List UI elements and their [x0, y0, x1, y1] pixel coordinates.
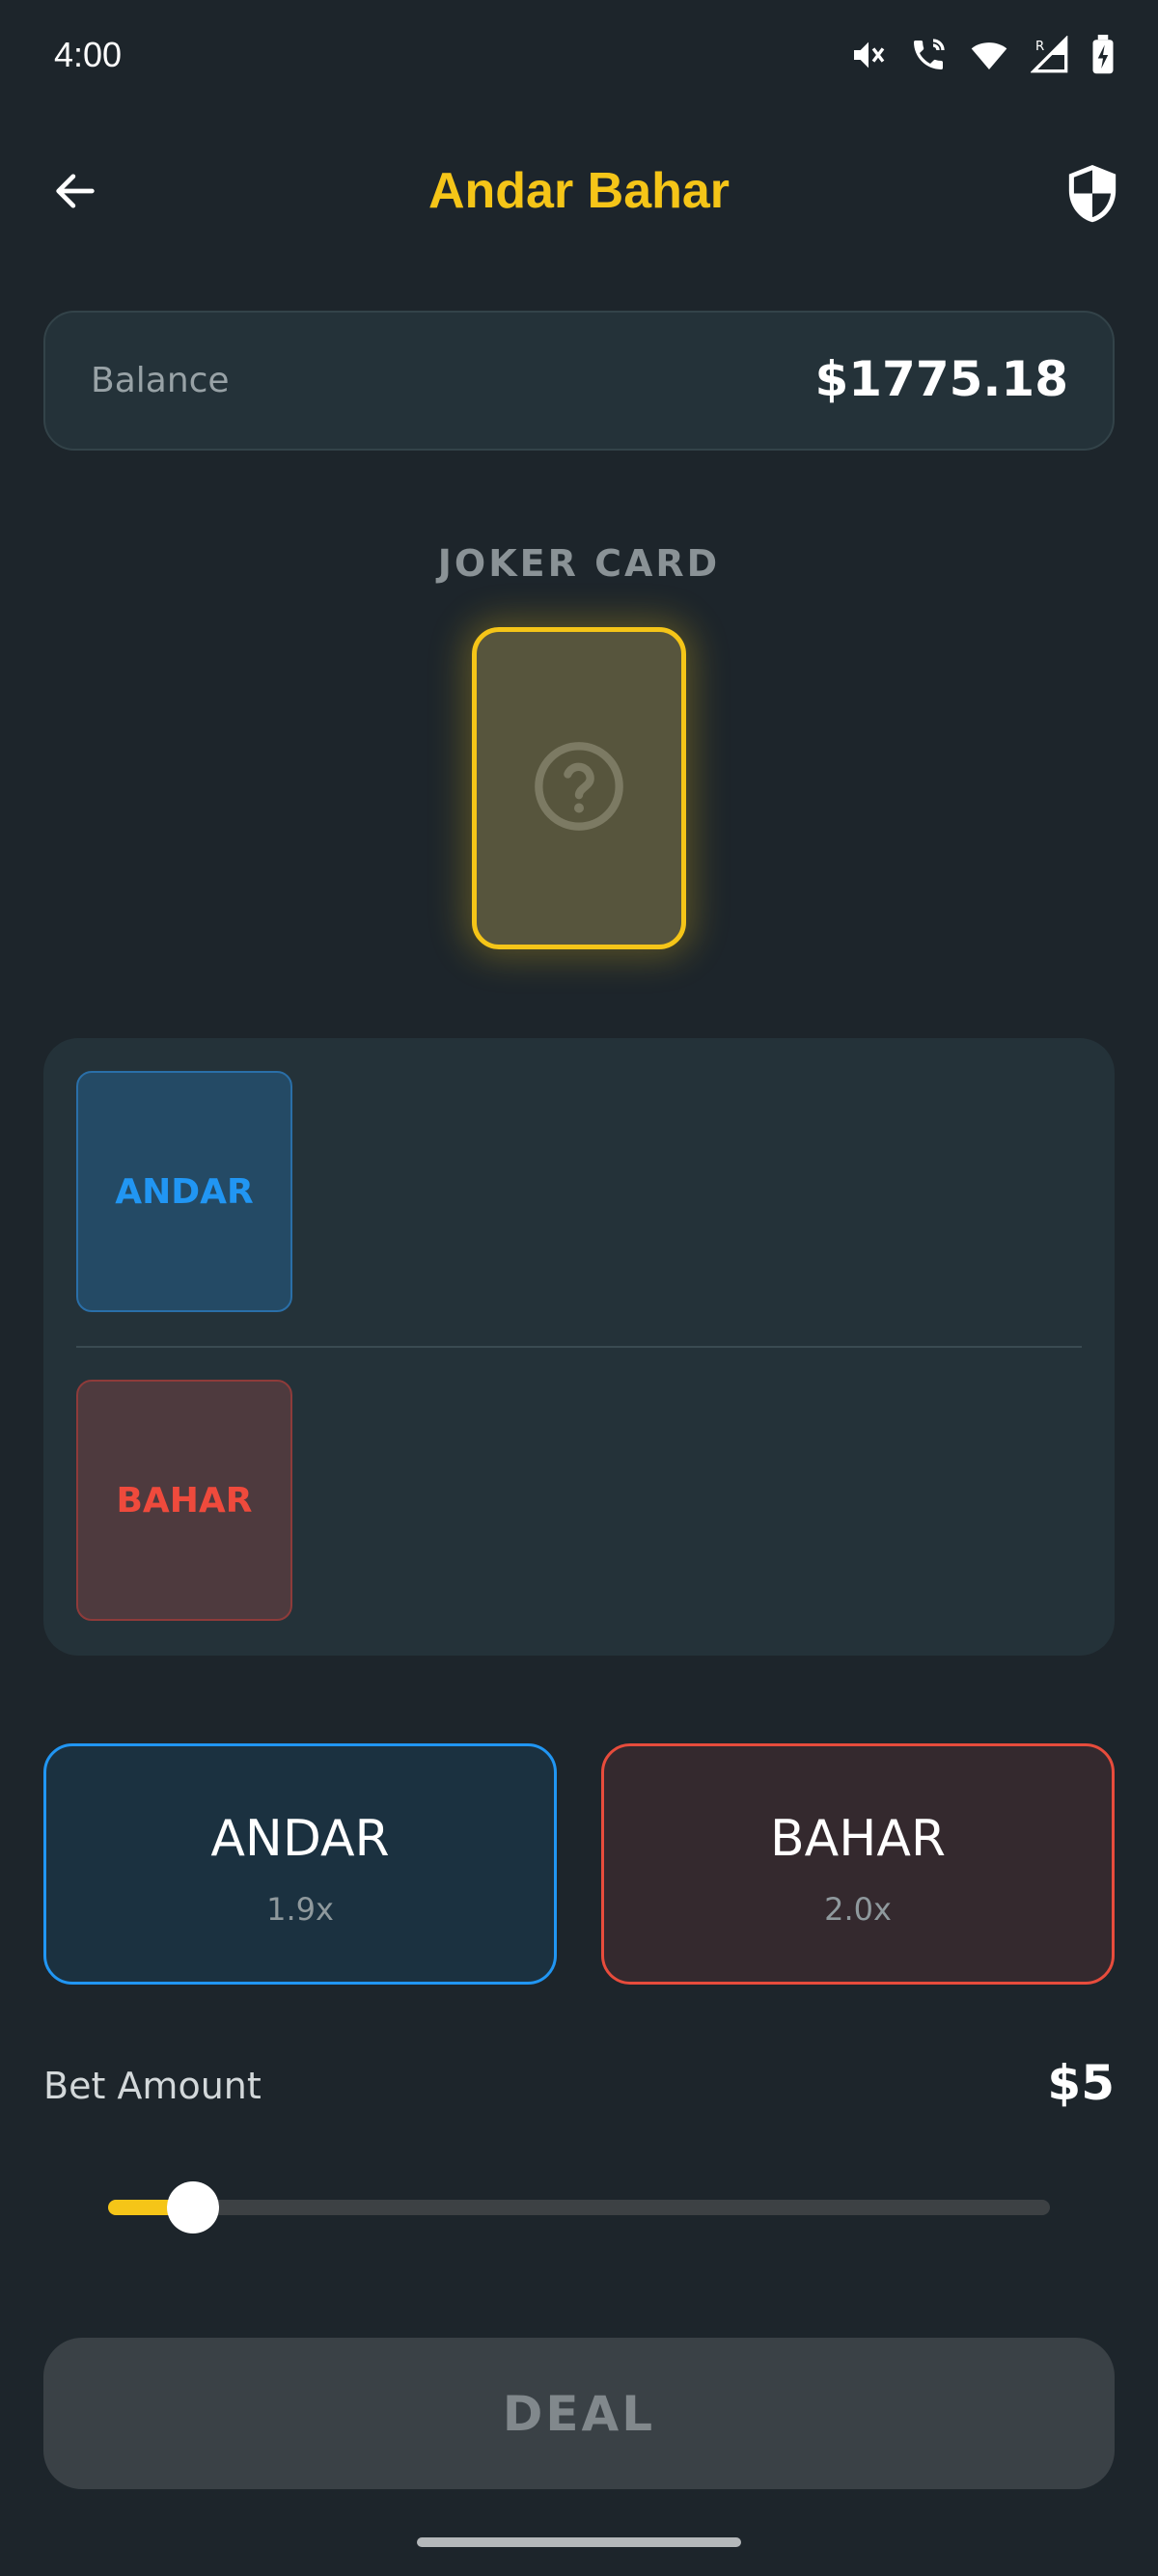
status-time: 4:00: [54, 35, 123, 74]
board-divider: [76, 1346, 1082, 1348]
bahar-bet-button[interactable]: BAHAR 2.0x: [601, 1743, 1115, 1985]
andar-bet-button[interactable]: ANDAR 1.9x: [43, 1743, 557, 1985]
status-bar: 4:00 R: [0, 0, 1158, 116]
bahar-bet-label: BAHAR: [769, 1810, 947, 1868]
app-bar: Andar Bahar: [0, 135, 1158, 251]
home-indicator[interactable]: [417, 2537, 741, 2547]
signal-icon: R: [1031, 36, 1069, 74]
slider-thumb[interactable]: [167, 2181, 219, 2233]
deal-button[interactable]: DEAL: [43, 2338, 1115, 2489]
bet-amount-label: Bet Amount: [43, 2065, 262, 2107]
andar-multiplier: 1.9x: [266, 1891, 334, 1928]
joker-card: [472, 627, 686, 949]
bet-amount-slider[interactable]: [108, 2181, 1050, 2233]
bahar-lane-card: BAHAR: [76, 1380, 292, 1621]
battery-charging-icon: [1090, 35, 1116, 75]
shield-icon: [1064, 162, 1120, 228]
svg-text:R: R: [1035, 40, 1044, 54]
balance-label: Balance: [91, 361, 230, 400]
status-icons: R: [849, 35, 1116, 75]
shield-button[interactable]: [1056, 158, 1129, 232]
slider-track: [108, 2200, 1050, 2215]
bet-amount-value: $5: [1047, 2055, 1115, 2111]
balance-value: $1775.18: [814, 351, 1068, 407]
wifi-call-icon: [909, 36, 948, 74]
question-circle-icon: [531, 738, 627, 838]
andar-lane-card: ANDAR: [76, 1071, 292, 1312]
andar-bet-label: ANDAR: [210, 1810, 390, 1868]
page-title: Andar Bahar: [427, 163, 731, 219]
joker-card-label: JOKER CARD: [437, 542, 721, 585]
balance-card: Balance $1775.18: [43, 311, 1115, 451]
game-board: ANDAR BAHAR: [43, 1038, 1115, 1656]
mute-icon: [849, 36, 888, 74]
wifi-icon: [969, 36, 1009, 74]
bahar-multiplier: 2.0x: [824, 1891, 892, 1928]
